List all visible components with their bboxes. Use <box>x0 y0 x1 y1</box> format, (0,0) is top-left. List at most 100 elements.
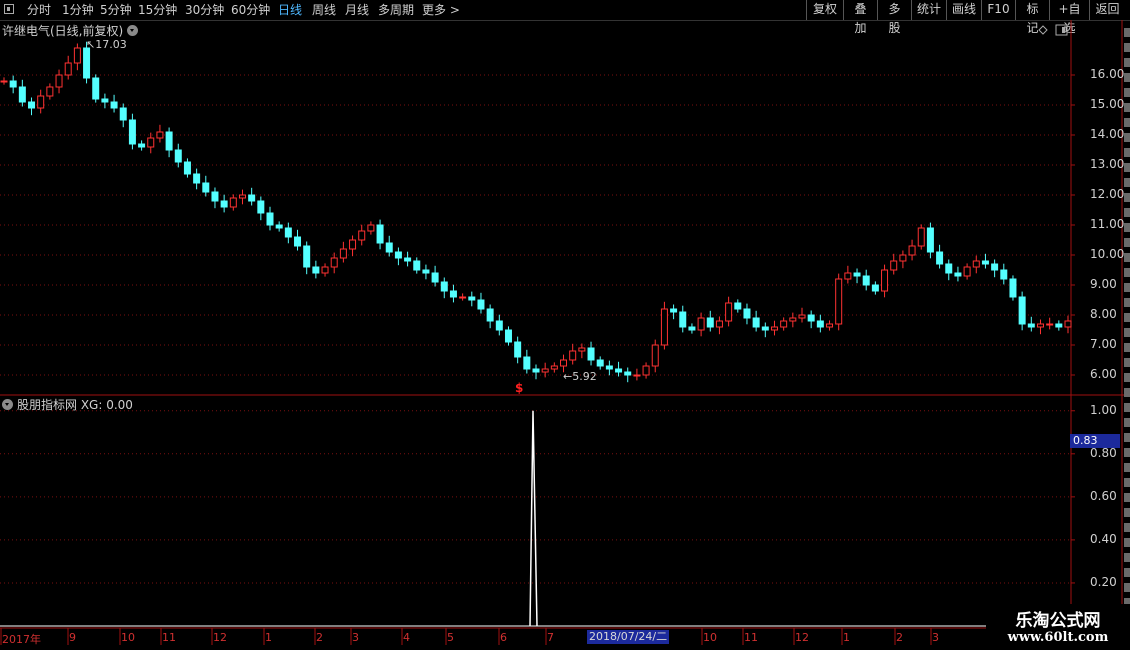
candle-body <box>587 347 595 361</box>
price-tick-label: 12.00 <box>1090 187 1125 201</box>
side-panel-glyph <box>1124 73 1130 82</box>
period-tab-monthly[interactable]: 月线 <box>345 2 369 18</box>
stats-button[interactable]: 统计 <box>911 0 946 20</box>
low-price-marker: ←5.92 <box>563 370 597 383</box>
candle-body <box>284 227 292 238</box>
mark-button[interactable]: 标记 <box>1015 0 1049 35</box>
candle-body <box>697 317 705 331</box>
period-tab-60min[interactable]: 60分钟 <box>231 2 270 18</box>
candle-body <box>541 368 549 373</box>
candle-body <box>1046 323 1054 326</box>
high-price-value: 17.03 <box>95 38 127 51</box>
candle-body <box>862 275 870 286</box>
candle-body <box>881 269 889 292</box>
candle-body <box>890 260 898 271</box>
side-panel-glyph <box>1124 463 1130 472</box>
candle-body <box>734 302 742 310</box>
side-panel-glyph <box>1124 508 1130 517</box>
candle-body <box>954 272 962 277</box>
side-panel-glyph <box>1124 223 1130 232</box>
period-tab-daily[interactable]: 日线 <box>278 2 302 18</box>
side-panel-glyph <box>1124 493 1130 502</box>
side-panel-glyph <box>1124 433 1130 442</box>
chevron-down-icon[interactable] <box>127 25 139 36</box>
diamond-icon <box>1038 25 1048 35</box>
date-tick-label: 9 <box>69 631 76 644</box>
candle-body <box>972 260 980 268</box>
period-tab-15min[interactable]: 15分钟 <box>138 2 177 18</box>
candle-body <box>220 200 228 208</box>
candle-body <box>596 359 604 367</box>
candle-body <box>9 80 17 88</box>
candle-body <box>248 194 256 202</box>
side-panel-glyph <box>1124 103 1130 112</box>
price-tick-label: 15.00 <box>1090 97 1125 111</box>
adjust-button[interactable]: 复权 <box>806 0 843 20</box>
period-tab-5min[interactable]: 5分钟 <box>100 2 132 18</box>
period-tab-more[interactable]: 更多 > <box>422 2 460 18</box>
draw-line-button[interactable]: 画线 <box>946 0 981 20</box>
multi-stock-button[interactable]: 多股 <box>877 0 911 35</box>
period-tab-1min[interactable]: 1分钟 <box>62 2 94 18</box>
candle-body <box>404 257 412 262</box>
back-button[interactable]: 返回 <box>1089 0 1125 20</box>
f10-button[interactable]: F10 <box>981 0 1015 20</box>
candle-body <box>303 245 311 268</box>
candle-body <box>394 251 402 259</box>
candle-body <box>917 227 925 247</box>
chevron-down-icon[interactable] <box>2 399 13 410</box>
candle-body <box>679 311 687 328</box>
candle-body <box>257 200 265 214</box>
watermark-logo: 乐淘公式网 www.60lt.com <box>986 604 1130 650</box>
date-tick-label: 10 <box>121 631 135 644</box>
candle-body <box>440 281 448 292</box>
candle-body <box>1055 323 1063 328</box>
candle-body <box>55 74 63 88</box>
candle-body <box>871 284 879 292</box>
window-icon[interactable] <box>4 4 14 14</box>
candle-body <box>449 290 457 298</box>
kline-chart[interactable] <box>0 0 1130 650</box>
candle-body <box>770 326 778 331</box>
candle-body <box>688 326 696 331</box>
price-tick-label: 6.00 <box>1090 367 1117 381</box>
candle-body <box>844 272 852 280</box>
date-tick-label: 1 <box>265 631 272 644</box>
signal-marker: $ <box>515 381 524 395</box>
date-tick-label: 6 <box>500 631 507 644</box>
side-panel-glyph <box>1124 88 1130 97</box>
side-panel-glyph <box>1124 28 1130 37</box>
candle-body <box>706 317 714 328</box>
period-tab-30min[interactable]: 30分钟 <box>185 2 224 18</box>
candle-body <box>826 323 834 328</box>
candle-body <box>798 314 806 319</box>
period-tab-weekly[interactable]: 周线 <box>312 2 336 18</box>
candle-body <box>101 98 109 103</box>
candle-body <box>367 224 375 232</box>
price-tick-label: 7.00 <box>1090 337 1117 351</box>
candle-body <box>926 227 934 253</box>
side-panel-glyph <box>1124 163 1130 172</box>
overlay-button[interactable]: 叠加 <box>843 0 877 35</box>
candle-body <box>981 260 989 265</box>
period-tab-minute[interactable]: 分时 <box>27 2 51 18</box>
candle-body <box>73 47 81 64</box>
period-tab-multi[interactable]: 多周期 <box>378 2 414 18</box>
side-panel-glyph <box>1124 388 1130 397</box>
add-watchlist-button[interactable]: +自选 <box>1049 0 1089 35</box>
indicator-tick-label: 0.40 <box>1090 531 1117 546</box>
cursor-date: 2018/07/24/二 <box>587 630 670 644</box>
side-panel-glyph <box>1124 553 1130 562</box>
candle-body <box>816 320 824 328</box>
date-tick-label: 7 <box>547 631 554 644</box>
candle-body <box>349 239 357 250</box>
candle-body <box>1027 323 1035 328</box>
indicator-tick-label: 0.20 <box>1090 574 1117 589</box>
price-tick-label: 14.00 <box>1090 127 1125 141</box>
side-panel-glyph <box>1124 193 1130 202</box>
candle-body <box>853 272 861 277</box>
side-panel-glyph <box>1124 58 1130 67</box>
price-tick-label: 10.00 <box>1090 247 1125 261</box>
candle-body <box>46 86 54 97</box>
candle-body <box>339 248 347 259</box>
